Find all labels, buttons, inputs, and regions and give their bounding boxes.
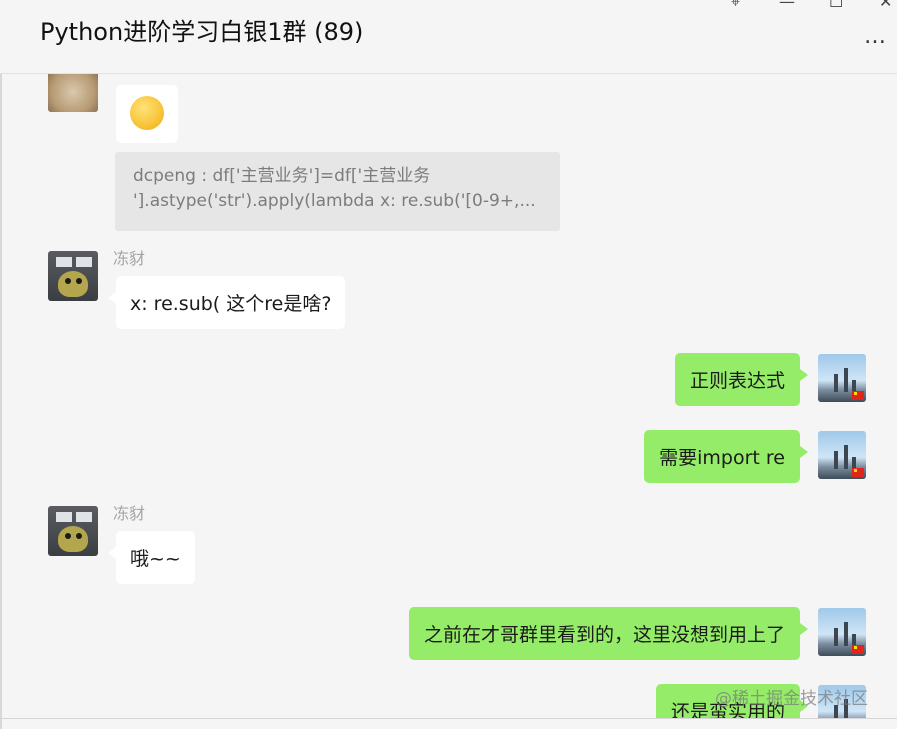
- quote-line-2: '].astype('str').apply(lambda x: re.sub(…: [133, 191, 536, 211]
- avatar[interactable]: [48, 251, 98, 301]
- avatar[interactable]: [818, 608, 866, 656]
- message-bubble[interactable]: 哦~~: [108, 531, 195, 584]
- maximize-icon[interactable]: ☐: [829, 0, 843, 11]
- sender-name: 冻豺: [113, 504, 146, 523]
- sender-name: 冻豺: [113, 249, 146, 268]
- thinking-emoji-icon: [130, 96, 164, 130]
- more-options-icon[interactable]: …: [864, 24, 887, 49]
- emoji-message[interactable]: [116, 85, 178, 143]
- avatar[interactable]: [48, 506, 98, 556]
- chat-header: Python进阶学习白银1群 (89) ⌖ — ☐ ✕ …: [0, 0, 897, 74]
- close-icon[interactable]: ✕: [879, 0, 892, 11]
- avatar[interactable]: [48, 74, 98, 112]
- avatar[interactable]: [818, 431, 866, 479]
- message-list[interactable]: dcpeng : df['主营业务']=df['主营业务 '].astype('…: [0, 74, 897, 719]
- watermark: @稀土掘金技术社区: [715, 689, 868, 709]
- message-bubble[interactable]: x: re.sub( 这个re是啥?: [107, 276, 346, 329]
- message-bubble[interactable]: 正则表达式: [674, 353, 809, 406]
- quoted-message[interactable]: dcpeng : df['主营业务']=df['主营业务 '].astype('…: [115, 152, 560, 231]
- minimize-icon[interactable]: —: [779, 0, 795, 11]
- message-bubble[interactable]: 需要import re: [644, 430, 808, 483]
- quote-line-1: dcpeng : df['主营业务']=df['主营业务: [133, 166, 431, 186]
- chat-title: Python进阶学习白银1群 (89): [40, 18, 364, 46]
- input-divider: [0, 718, 897, 719]
- pin-icon[interactable]: ⌖: [731, 0, 740, 12]
- message-bubble[interactable]: 之前在才哥群里看到的，这里没想到用上了: [408, 607, 809, 660]
- avatar[interactable]: [818, 354, 866, 402]
